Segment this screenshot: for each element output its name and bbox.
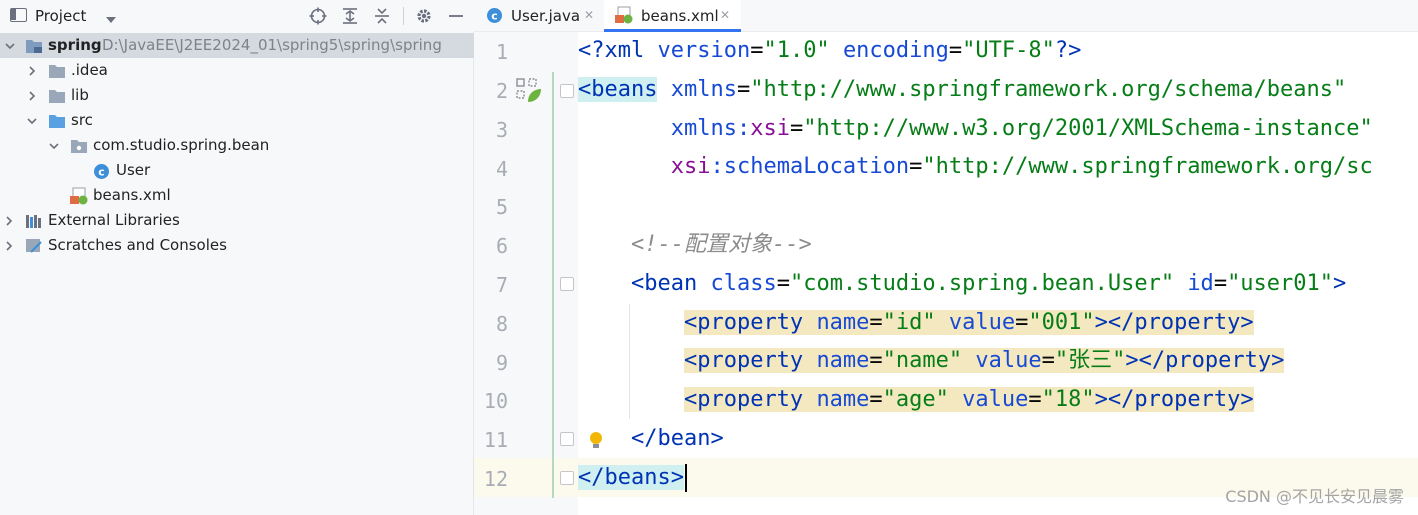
- chevron-down-icon[interactable]: [4, 40, 16, 52]
- code-line: xmlns:xsi="http://www.w3.org/2001/XMLSch…: [670, 115, 1373, 141]
- spring-xml-icon: [615, 6, 633, 28]
- expand-all-icon[interactable]: [339, 5, 361, 27]
- module-folder-icon: [25, 37, 43, 55]
- tree-item-label: .idea: [71, 61, 108, 79]
- tree-item-label: External Libraries: [48, 211, 180, 229]
- gear-icon[interactable]: [413, 5, 435, 27]
- tree-item-label: User: [116, 161, 151, 179]
- tab-label: User.java: [511, 7, 581, 25]
- line-number: 9: [495, 351, 508, 375]
- line-number: 7: [495, 273, 508, 297]
- code-line: <property name="age" value="18"></proper…: [683, 387, 1254, 413]
- tree-item-label: spring: [48, 36, 102, 54]
- fold-marker[interactable]: [560, 84, 574, 98]
- folder-icon: [48, 87, 66, 105]
- close-icon[interactable]: ✕: [720, 8, 730, 22]
- code-line: <property name="id" value="001"></proper…: [683, 309, 1254, 335]
- line-number: 12: [483, 467, 508, 491]
- tree-item-label: lib: [71, 86, 89, 104]
- line-number: 2: [495, 79, 508, 103]
- fold-marker[interactable]: [560, 471, 574, 485]
- line-number: 6: [495, 234, 508, 258]
- chevron-down-icon[interactable]: [26, 115, 38, 127]
- tab-beans-xml[interactable]: beans.xml ✕: [604, 0, 741, 32]
- project-header: Project: [0, 0, 474, 32]
- code-line: <beans xmlns="http://www.springframework…: [578, 76, 1347, 102]
- collapse-all-icon[interactable]: [371, 5, 393, 27]
- locate-icon[interactable]: [307, 5, 329, 27]
- code-line: </bean>: [630, 426, 724, 451]
- svg-text:c: c: [98, 165, 105, 178]
- line-number: 10: [483, 389, 508, 413]
- text-cursor: [684, 463, 687, 492]
- code-line: </beans>: [578, 459, 687, 497]
- line-number: 3: [495, 118, 508, 142]
- project-view-icon: [10, 8, 27, 22]
- class-icon: c: [92, 162, 110, 180]
- fold-marker[interactable]: [560, 277, 574, 291]
- chevron-right-icon[interactable]: [3, 215, 15, 227]
- tree-item-label: src: [71, 111, 93, 129]
- code-line: <bean class="com.studio.spring.bean.User…: [630, 270, 1347, 296]
- code-editor[interactable]: <?xml version="1.0" encoding="UTF-8"?> <b…: [578, 32, 1418, 515]
- chevron-right-icon[interactable]: [3, 240, 15, 252]
- code-line: <!--配置对象-->: [630, 232, 812, 257]
- tree-item-package[interactable]: com.studio.spring.bean: [0, 133, 474, 158]
- watermark: CSDN @不见长安见晨雾: [1225, 487, 1404, 506]
- tree-item-idea[interactable]: .idea: [0, 58, 474, 83]
- minimize-icon[interactable]: [445, 5, 467, 27]
- line-number: 11: [483, 428, 508, 452]
- libraries-icon: [25, 212, 43, 230]
- spring-xml-icon: [70, 187, 88, 205]
- tree-item-lib[interactable]: lib: [0, 83, 474, 108]
- tree-item-label: Scratches and Consoles: [48, 236, 227, 254]
- project-tool-window: Project spring D:\JavaEE\J2EE2024_01\spr…: [0, 0, 474, 515]
- change-marker: [552, 72, 554, 498]
- svg-text:c: c: [491, 10, 498, 23]
- tree-item-scratches[interactable]: Scratches and Consoles: [0, 233, 474, 258]
- code-line: <?xml version="1.0" encoding="UTF-8"?>: [578, 38, 1082, 63]
- tab-label: beans.xml: [641, 7, 719, 25]
- tree-item-label: com.studio.spring.bean: [93, 136, 270, 154]
- chevron-down-icon[interactable]: [48, 140, 60, 152]
- class-icon: c: [486, 7, 503, 28]
- chevron-right-icon[interactable]: [26, 90, 38, 102]
- line-number: 1: [495, 40, 508, 64]
- source-folder-icon: [48, 112, 66, 130]
- editor-tab-bar: c User.java ✕ beans.xml ✕: [474, 0, 1418, 32]
- tree-item-spring[interactable]: spring D:\JavaEE\J2EE2024_01\spring5\spr…: [0, 33, 474, 58]
- fold-marker[interactable]: [560, 432, 574, 446]
- line-number: 5: [495, 195, 508, 219]
- tab-user-java[interactable]: c User.java ✕: [474, 0, 604, 32]
- code-line: <property name="name" value="张三"></prope…: [683, 348, 1285, 374]
- scratches-icon: [25, 237, 43, 255]
- tree-item-src[interactable]: src: [0, 108, 474, 133]
- tree-item-label: beans.xml: [93, 186, 171, 204]
- folder-icon: [48, 62, 66, 80]
- tree-item-external-libraries[interactable]: External Libraries: [0, 208, 474, 233]
- close-icon[interactable]: ✕: [584, 8, 594, 22]
- header-separator: [403, 7, 404, 25]
- chevron-right-icon[interactable]: [26, 65, 38, 77]
- tree-item-user[interactable]: c User: [0, 158, 474, 183]
- module-path: D:\JavaEE\J2EE2024_01\spring5\spring\spr…: [102, 36, 442, 54]
- chevron-down-icon[interactable]: [104, 10, 118, 29]
- editor-gutter: 1 2 3 4 5 6 7 8 9 10 11 12: [474, 32, 578, 515]
- project-title[interactable]: Project: [35, 7, 86, 25]
- package-icon: [70, 137, 88, 155]
- spring-bean-icon[interactable]: [516, 78, 542, 108]
- line-number: 4: [495, 157, 508, 181]
- tree-item-beans-xml[interactable]: beans.xml: [0, 183, 474, 208]
- line-number: 8: [495, 312, 508, 336]
- code-line: xsi:schemaLocation="http://www.springfra…: [670, 154, 1373, 180]
